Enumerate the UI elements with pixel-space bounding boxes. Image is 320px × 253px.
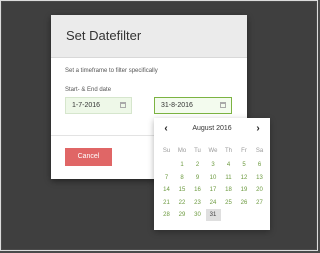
- calendar-day[interactable]: 19: [237, 184, 252, 196]
- modal-title: Set Datefilter: [66, 28, 142, 43]
- calendar-day[interactable]: 15: [175, 184, 190, 196]
- date-range-label: Start- & End date: [65, 87, 112, 93]
- calendar-day[interactable]: 11: [221, 172, 236, 184]
- calendar-day[interactable]: 27: [252, 197, 267, 209]
- calendar-day[interactable]: 26: [237, 197, 252, 209]
- calendar-day[interactable]: 7: [159, 172, 174, 184]
- weekday-label: Fr: [241, 148, 247, 154]
- calendar-day[interactable]: 20: [252, 184, 267, 196]
- calendar-day[interactable]: 12: [237, 172, 252, 184]
- calendar-day[interactable]: 10: [206, 172, 221, 184]
- chevron-right-icon[interactable]: ›: [252, 123, 264, 135]
- calendar-day[interactable]: 28: [159, 209, 174, 221]
- weekday-label: Tu: [194, 148, 201, 154]
- calendar-day[interactable]: 6: [252, 159, 267, 171]
- modal-header: Set Datefilter: [51, 15, 247, 58]
- calendar-day[interactable]: 14: [159, 184, 174, 196]
- weekday-label: We: [208, 148, 218, 154]
- start-date-input[interactable]: 1-7-2016: [65, 97, 132, 114]
- helper-text: Set a timeframe to filter specifically: [65, 68, 158, 74]
- selected-day[interactable]: 31: [205, 209, 221, 221]
- datepicker-header: ‹ August 2016 ›: [154, 123, 270, 135]
- calendar-day[interactable]: 30: [190, 209, 205, 221]
- calendar-day[interactable]: 25: [221, 197, 236, 209]
- calendar-day[interactable]: 3: [206, 159, 221, 171]
- calendar-day[interactable]: 16: [190, 184, 205, 196]
- start-date-value: 1-7-2016: [72, 102, 101, 109]
- weekday-label: Sa: [255, 148, 264, 154]
- cancel-button[interactable]: Cancel: [65, 148, 112, 166]
- calendar-day[interactable]: 2: [190, 159, 205, 171]
- weekday-label: Su: [162, 148, 171, 154]
- weekday-label: Mo: [177, 148, 187, 154]
- calendar-day[interactable]: 29: [175, 209, 190, 221]
- calendar-day[interactable]: 21: [159, 197, 174, 209]
- calendar-day[interactable]: 5: [237, 159, 252, 171]
- calendar-icon[interactable]: [120, 102, 126, 108]
- datepicker-popup: ‹ August 2016 › Su Mo Tu We Th Fr Sa 1 2 3 4 5 6 7 8 9 1…: [154, 118, 270, 230]
- calendar-day[interactable]: 23: [190, 197, 205, 209]
- end-date-value: 31-8-2016: [161, 102, 193, 109]
- calendar-day[interactable]: 13: [252, 172, 267, 184]
- calendar-day[interactable]: 4: [221, 159, 236, 171]
- end-date-input[interactable]: 31-8-2016: [154, 97, 232, 114]
- calendar-day[interactable]: 24: [206, 197, 221, 209]
- calendar-day[interactable]: 22: [175, 197, 190, 209]
- calendar-day[interactable]: 1: [175, 159, 190, 171]
- calendar-day[interactable]: 8: [175, 172, 190, 184]
- calendar-day[interactable]: 9: [190, 172, 205, 184]
- calendar-day[interactable]: 18: [221, 184, 236, 196]
- calendar-day[interactable]: 17: [206, 184, 221, 196]
- calendar-icon[interactable]: [220, 102, 226, 108]
- weekday-label: Th: [224, 148, 232, 154]
